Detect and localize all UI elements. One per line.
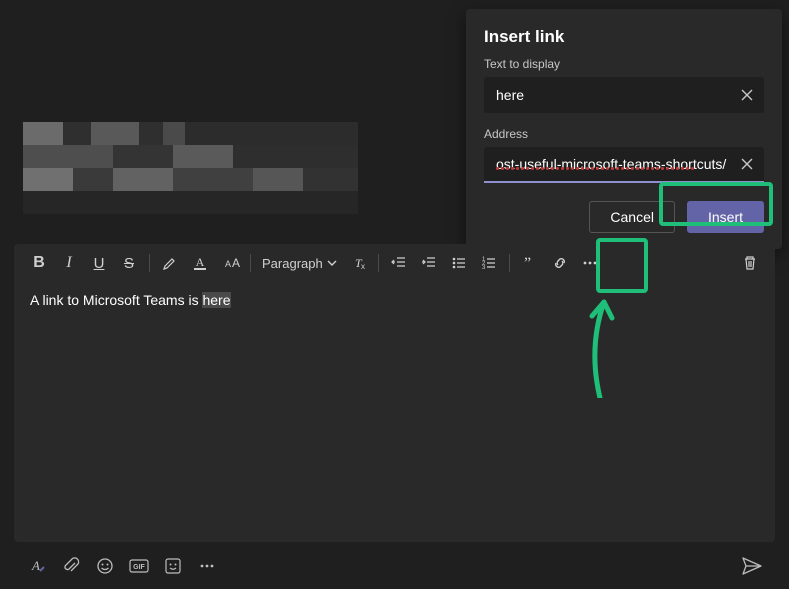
toolbar-separator (149, 254, 150, 272)
gif-icon: GIF (129, 558, 149, 574)
emoji-button[interactable] (94, 555, 116, 577)
paragraph-label: Paragraph (262, 256, 323, 271)
text-to-display-field-wrap (484, 77, 764, 113)
toolbar-separator (250, 254, 251, 272)
address-field-wrap (484, 147, 764, 183)
gif-button[interactable]: GIF (128, 555, 150, 577)
toolbar-separator (378, 254, 379, 272)
paragraph-dropdown[interactable]: Paragraph (256, 256, 343, 271)
compose-selection: here (202, 292, 230, 308)
close-icon (741, 89, 753, 101)
attach-button[interactable] (60, 555, 82, 577)
insert-link-button[interactable] (545, 248, 575, 278)
delete-button[interactable] (735, 248, 765, 278)
svg-text:GIF: GIF (133, 564, 145, 571)
format-toolbar: B I U S A AA Paragraph Tx (14, 244, 775, 282)
trash-icon (742, 255, 758, 271)
chevron-down-icon (327, 258, 337, 268)
clear-text-button[interactable] (736, 84, 758, 106)
svg-text:3: 3 (482, 265, 486, 271)
close-icon (741, 158, 753, 170)
italic-button[interactable]: I (54, 248, 84, 278)
numbered-list-button[interactable]: 123 (474, 248, 504, 278)
link-icon (551, 254, 569, 272)
text-to-display-label: Text to display (484, 57, 764, 71)
ellipsis-icon (582, 255, 598, 271)
quote-icon: ” (522, 255, 538, 271)
emoji-icon (96, 557, 114, 575)
insert-button[interactable]: Insert (687, 201, 764, 233)
cancel-button[interactable]: Cancel (589, 201, 675, 233)
font-size-icon: AA (220, 255, 240, 271)
ellipsis-icon (199, 558, 215, 574)
address-label: Address (484, 127, 764, 141)
format-icon: A (28, 557, 46, 575)
more-options-button[interactable] (575, 248, 605, 278)
font-color-icon: A (192, 255, 208, 271)
underline-button[interactable]: U (84, 248, 114, 278)
clear-address-button[interactable] (736, 153, 758, 175)
more-actions-button[interactable] (196, 555, 218, 577)
highlight-icon (162, 255, 178, 271)
bullet-list-button[interactable] (444, 248, 474, 278)
clear-formatting-icon: Tx (350, 255, 366, 271)
compose-box: B I U S A AA Paragraph Tx (14, 244, 775, 542)
strikethrough-icon: S (124, 255, 134, 272)
svg-text:A: A (31, 558, 40, 573)
compose-text: A link to Microsoft Teams is (30, 292, 202, 308)
outdent-icon (391, 255, 407, 271)
bullet-list-icon (451, 255, 467, 271)
send-icon (742, 557, 762, 575)
bold-button[interactable]: B (24, 248, 54, 278)
insert-link-dialog: Insert link Text to display Address Canc… (466, 9, 782, 249)
obscured-content (23, 122, 358, 214)
send-button[interactable] (741, 555, 763, 577)
underline-icon: U (94, 255, 105, 272)
numbered-list-icon: 123 (481, 255, 497, 271)
text-to-display-input[interactable] (496, 87, 732, 103)
svg-text:x: x (361, 262, 365, 271)
font-size-button[interactable]: AA (215, 248, 245, 278)
svg-text:A: A (232, 256, 240, 270)
outdent-button[interactable] (384, 248, 414, 278)
dialog-actions: Cancel Insert (484, 201, 764, 233)
svg-text:”: ” (524, 255, 531, 271)
toolbar-separator (509, 254, 510, 272)
bold-icon: B (33, 254, 45, 272)
dialog-title: Insert link (484, 27, 764, 47)
font-color-button[interactable]: A (185, 248, 215, 278)
quote-button[interactable]: ” (515, 248, 545, 278)
compose-action-bar: A GIF (14, 552, 775, 580)
sticker-icon (164, 557, 182, 575)
indent-icon (421, 255, 437, 271)
svg-text:A: A (225, 259, 231, 269)
highlight-button[interactable] (155, 248, 185, 278)
italic-icon: I (66, 254, 71, 272)
clear-formatting-button[interactable]: Tx (343, 248, 373, 278)
sticker-button[interactable] (162, 555, 184, 577)
indent-button[interactable] (414, 248, 444, 278)
address-input[interactable] (496, 156, 732, 172)
svg-text:A: A (196, 255, 205, 269)
format-button[interactable]: A (26, 555, 48, 577)
strikethrough-button[interactable]: S (114, 248, 144, 278)
paperclip-icon (62, 557, 80, 575)
compose-editor[interactable]: A link to Microsoft Teams is here (14, 282, 775, 318)
